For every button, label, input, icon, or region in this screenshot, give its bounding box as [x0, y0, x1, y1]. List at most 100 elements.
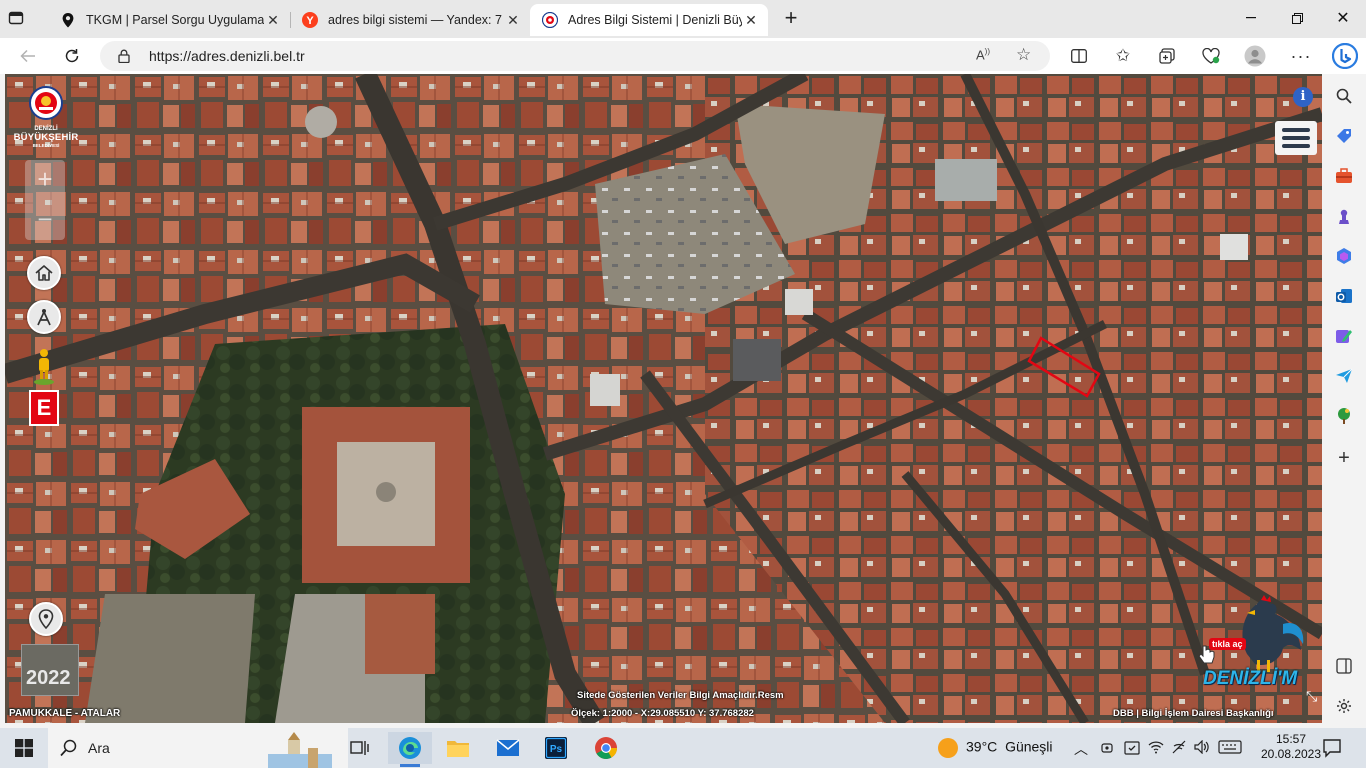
- weather-description: Güneşli: [1005, 738, 1053, 755]
- add-sidebar-app-icon[interactable]: +: [1334, 447, 1354, 469]
- sidebar-settings-icon[interactable]: [1334, 696, 1354, 716]
- denizlim-mascot[interactable]: tıkla aç DENİZLİ'M: [1191, 594, 1307, 706]
- windows-start-icon[interactable]: [2, 732, 46, 764]
- taskbar-search-box[interactable]: Ara: [48, 728, 348, 768]
- location-pin-icon: [60, 12, 76, 28]
- home-button[interactable]: [27, 256, 61, 290]
- task-view-icon[interactable]: [338, 732, 382, 764]
- security-icon[interactable]: [1124, 740, 1140, 761]
- satellite-map[interactable]: DENİZLİ BÜYÜKŞEHİR BELEDİYESİ + − E 2022…: [5, 74, 1322, 723]
- search-icon[interactable]: [1334, 86, 1354, 106]
- show-hidden-icons[interactable]: ︿: [1074, 739, 1088, 759]
- url-text[interactable]: https://adres.denizli.bel.tr: [149, 48, 305, 64]
- more-options-icon[interactable]: ···: [1288, 44, 1314, 68]
- locate-button[interactable]: [29, 602, 63, 636]
- wifi-icon[interactable]: [1148, 740, 1164, 759]
- close-tab-icon[interactable]: ✕: [742, 11, 760, 29]
- compass-measure-icon: [37, 309, 51, 326]
- mail-icon[interactable]: [486, 732, 530, 764]
- shopping-tag-icon[interactable]: [1334, 126, 1354, 146]
- search-placeholder: Ara: [88, 740, 110, 756]
- sun-icon: [938, 738, 958, 758]
- imagery-year-switcher[interactable]: 2022: [21, 644, 79, 696]
- send-icon[interactable]: [1334, 366, 1354, 386]
- tab-yandex[interactable]: Y adres bilgi sistemi — Yandex: 7 b ✕: [290, 4, 530, 36]
- volume-icon[interactable]: [1194, 739, 1210, 759]
- denizlim-brand-text: DENİZLİ'M: [1203, 668, 1298, 689]
- tab-title: TKGM | Parsel Sorgu Uygulaması: [86, 13, 264, 27]
- tree-app-icon[interactable]: [1334, 406, 1354, 426]
- scale-coordinates-text: Ölçek: 1:2000 - X:29.085510 Y: 37.768282: [571, 708, 754, 719]
- search-icon: [60, 739, 77, 757]
- file-explorer-icon[interactable]: [436, 732, 480, 764]
- browser-essentials-icon[interactable]: [1198, 44, 1224, 68]
- tab-actions-icon[interactable]: [8, 10, 26, 28]
- disclaimer-text: Sitede Gösterilen Veriler Bilgi Amaçlıdı…: [577, 690, 784, 701]
- split-screen-icon[interactable]: [1066, 44, 1092, 68]
- lock-icon[interactable]: [118, 49, 130, 68]
- zoom-in-button[interactable]: +: [25, 160, 65, 200]
- hide-sidebar-icon[interactable]: [1334, 656, 1354, 676]
- zoom-out-button[interactable]: −: [25, 200, 65, 240]
- weather-widget[interactable]: 39°C Güneşli: [938, 738, 1053, 758]
- system-clock[interactable]: 15:57 20.08.2023: [1256, 732, 1326, 762]
- weather-temperature: 39°C: [966, 738, 998, 755]
- designer-icon[interactable]: [1334, 326, 1354, 346]
- info-icon[interactable]: i: [1293, 87, 1313, 107]
- denizli-logo[interactable]: DENİZLİ BÜYÜKŞEHİR BELEDİYESİ: [11, 82, 81, 154]
- bing-copilot-icon[interactable]: [1330, 42, 1360, 70]
- tab-title: Adres Bilgi Sistemi | Denizli Büyü: [568, 13, 742, 27]
- network-status-icon[interactable]: [1172, 740, 1188, 759]
- photoshop-icon[interactable]: Ps: [534, 732, 578, 764]
- notifications-icon[interactable]: [1322, 738, 1342, 763]
- clock-time: 15:57: [1275, 732, 1307, 746]
- favorite-star-icon[interactable]: ☆: [1016, 45, 1031, 65]
- resize-handle-icon[interactable]: ⤡: [1306, 688, 1317, 705]
- minimize-icon[interactable]: [1228, 0, 1274, 36]
- home-icon: [35, 265, 53, 281]
- read-aloud-icon[interactable]: A)): [976, 47, 990, 62]
- denizli-favicon-icon: [542, 12, 558, 28]
- imagery-year-label: 2022: [26, 667, 71, 689]
- refresh-icon[interactable]: [56, 42, 88, 70]
- pegman-icon: [34, 349, 54, 385]
- back-icon[interactable]: [12, 42, 44, 70]
- edge-sidebar: +: [1322, 74, 1366, 728]
- outlook-icon[interactable]: [1334, 286, 1354, 306]
- measure-button[interactable]: [27, 300, 61, 334]
- menu-line: [1282, 144, 1310, 148]
- edge-taskbar-icon[interactable]: [388, 732, 432, 767]
- profile-avatar-icon[interactable]: [1242, 44, 1268, 68]
- satellite-imagery: [5, 74, 1322, 723]
- address-bar[interactable]: https://adres.denizli.bel.tr A)) ☆: [100, 41, 1050, 71]
- copilot-icon[interactable]: [1334, 246, 1354, 266]
- tab-title: adres bilgi sistemi — Yandex: 7 b: [328, 13, 504, 27]
- collections-icon[interactable]: [1154, 44, 1180, 68]
- tab-tkgm[interactable]: TKGM | Parsel Sorgu Uygulaması ✕: [48, 4, 290, 36]
- close-tab-icon[interactable]: ✕: [504, 11, 522, 29]
- yandex-icon: Y: [302, 12, 318, 28]
- search-highlight-illustration: [268, 732, 332, 768]
- emergency-label: E: [36, 395, 52, 420]
- map-menu-button[interactable]: [1275, 121, 1317, 155]
- browser-toolbar: https://adres.denizli.bel.tr A)) ☆ ✩ ···: [0, 38, 1366, 74]
- browser-tab-strip: TKGM | Parsel Sorgu Uygulaması ✕ Y adres…: [0, 0, 1366, 38]
- logo-text-line2: BÜYÜKŞEHİR: [13, 132, 79, 143]
- restore-icon[interactable]: [1274, 0, 1320, 36]
- meet-now-icon[interactable]: [1100, 740, 1114, 761]
- close-tab-icon[interactable]: ✕: [264, 11, 282, 29]
- chrome-icon[interactable]: [584, 732, 628, 764]
- zoom-control: + −: [25, 160, 65, 240]
- favorites-icon[interactable]: ✩: [1110, 44, 1136, 68]
- hand-pointer-icon: [1198, 645, 1215, 664]
- menu-line: [1282, 128, 1310, 132]
- close-window-icon[interactable]: ✕: [1320, 0, 1366, 36]
- games-icon[interactable]: [1334, 206, 1354, 226]
- menu-line: [1282, 136, 1310, 140]
- tab-adres[interactable]: Adres Bilgi Sistemi | Denizli Büyü ✕: [530, 4, 768, 36]
- keyboard-layout-icon[interactable]: [1218, 740, 1242, 759]
- street-view-pegman[interactable]: [32, 348, 56, 386]
- new-tab-icon[interactable]: +: [780, 7, 802, 30]
- emergency-button[interactable]: E: [29, 390, 59, 426]
- tools-icon[interactable]: [1334, 166, 1354, 186]
